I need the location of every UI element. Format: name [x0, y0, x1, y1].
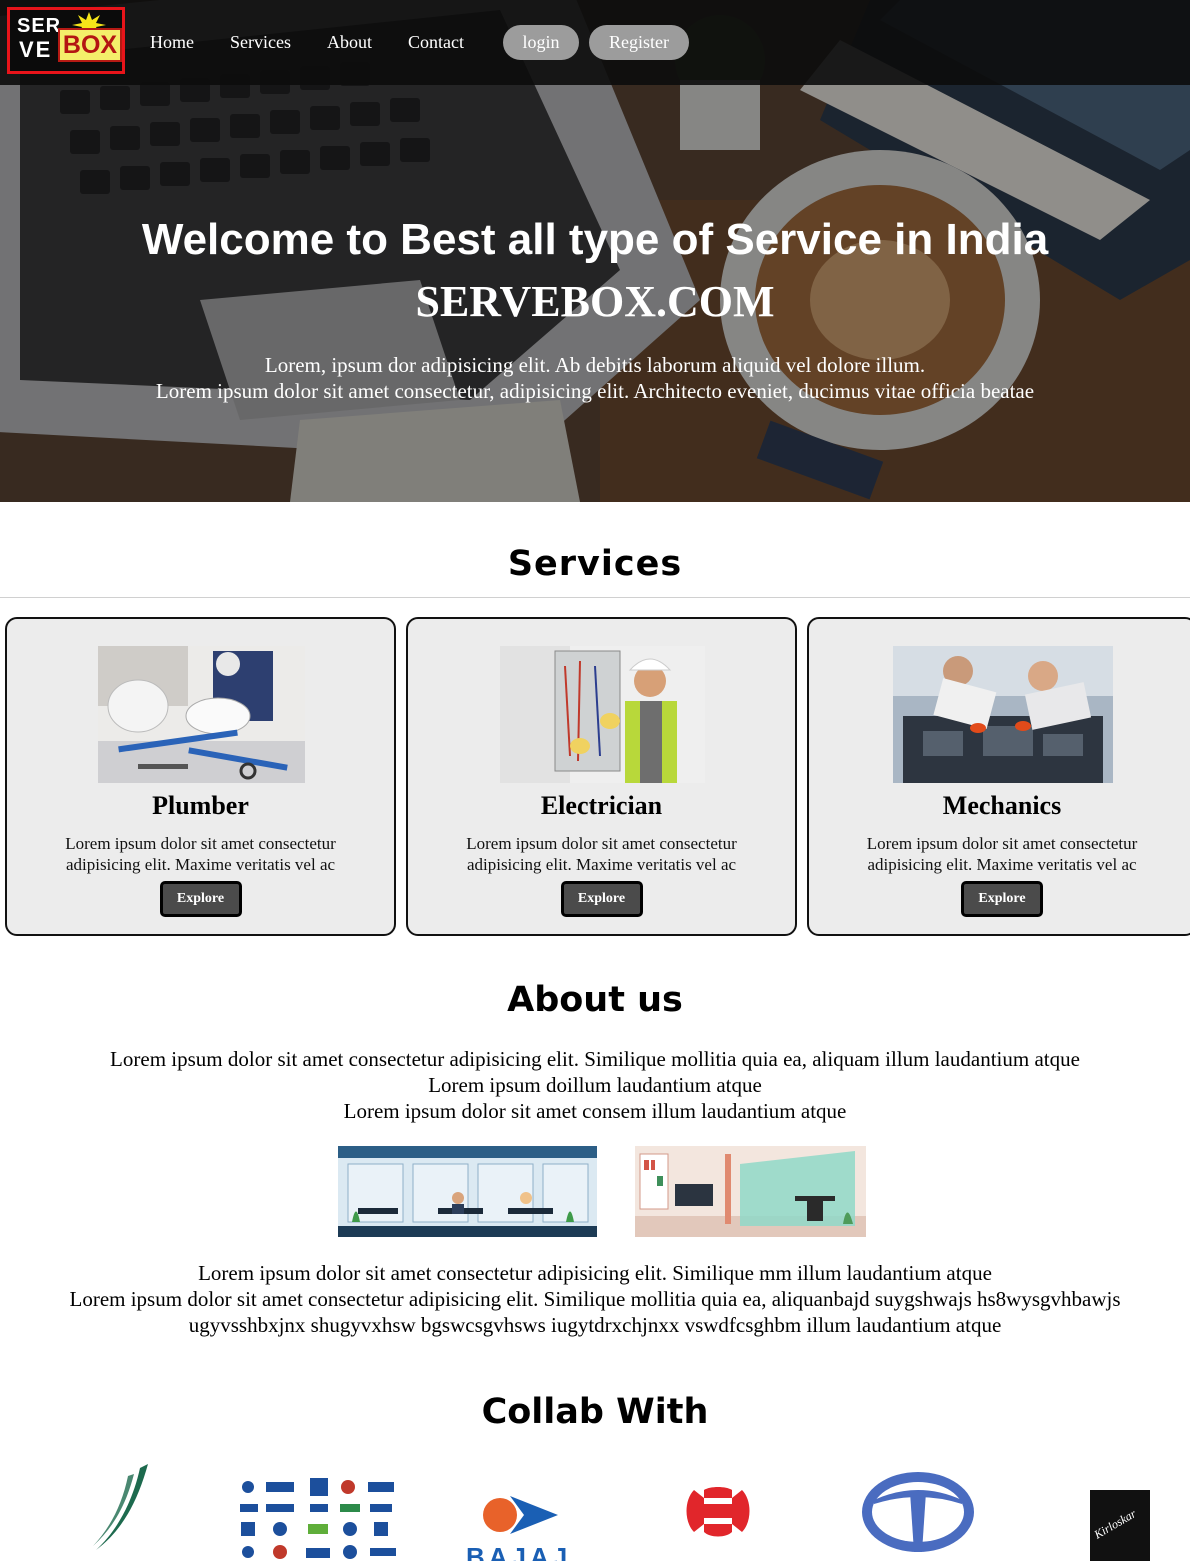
- services-heading: Services: [507, 544, 683, 584]
- about-paragraph-2: Lorem ipsum dolor sit amet consectetur a…: [0, 1260, 1190, 1338]
- about-line: Lorem ipsum dolor sit amet consectetur a…: [198, 1261, 992, 1285]
- about-line: Lorem ipsum dolor sit amet consectetur a…: [110, 1047, 1080, 1071]
- partner-logo-grid[interactable]: [238, 1460, 400, 1561]
- about-paragraph-1: Lorem ipsum dolor sit amet consectetur a…: [0, 1046, 1190, 1124]
- service-name: Electrician: [540, 791, 663, 820]
- bajaj-wordmark: BAJAJ: [466, 1542, 572, 1561]
- green-swoosh-logo[interactable]: [38, 1460, 198, 1561]
- about-line: ugyvsshbxjnx shugyvxhsw bgswcsgvhsws iug…: [188, 1313, 1002, 1337]
- collab-heading: Collab With: [481, 1392, 709, 1432]
- hero-description: Lorem, ipsum dor adipisicing elit. Ab de…: [0, 352, 1190, 404]
- kirloskar-logo[interactable]: Kirloskar: [1090, 1460, 1150, 1561]
- nav-contact[interactable]: Contact: [408, 30, 464, 54]
- servebox-logo[interactable]: SER VE BOX: [7, 7, 125, 74]
- hero-brand-name: SERVEBOX.COM: [415, 277, 775, 326]
- tata-logo[interactable]: [858, 1460, 978, 1561]
- mechanics-photo: [893, 646, 1113, 783]
- service-description: Lorem ipsum dolor sit amet consectetur a…: [466, 834, 737, 874]
- login-button[interactable]: login: [503, 25, 579, 60]
- explore-button-mechanics[interactable]: Explore: [961, 881, 1043, 917]
- nav-home[interactable]: Home: [150, 30, 194, 54]
- nav-about[interactable]: About: [327, 30, 372, 54]
- about-line: Lorem ipsum dolor sit amet consem illum …: [343, 1099, 847, 1123]
- service-card-plumber: Plumber Lorem ipsum dolor sit amet conse…: [5, 617, 396, 936]
- logo-box: BOX: [58, 28, 122, 62]
- hero-line-1: Lorem, ipsum dor adipisicing elit. Ab de…: [264, 353, 926, 377]
- service-card-mechanics: Mechanics Lorem ipsum dolor sit amet con…: [807, 617, 1190, 936]
- divider: [0, 597, 1190, 598]
- hero-line-2: Lorem ipsum dolor sit amet consectetur, …: [155, 379, 1035, 403]
- office-illustration-image: [338, 1146, 597, 1237]
- bajaj-logo[interactable]: BAJAJ: [462, 1460, 576, 1561]
- logo-text-top: SER: [17, 15, 62, 37]
- hero-banner: SER VE BOX Home Services About Contact l…: [0, 0, 1190, 502]
- electrician-photo: [500, 646, 705, 783]
- service-description: Lorem ipsum dolor sit amet consectetur a…: [866, 834, 1138, 874]
- workspace-illustration-image: [635, 1146, 866, 1237]
- about-line: Lorem ipsum dolor sit amet consectetur a…: [69, 1287, 1121, 1311]
- navbar: SER VE BOX Home Services About Contact l…: [0, 0, 1190, 85]
- service-card-electrician: Electrician Lorem ipsum dolor sit amet c…: [406, 617, 797, 936]
- about-line: Lorem ipsum doillum laudantium atque: [428, 1073, 762, 1097]
- explore-button-plumber[interactable]: Explore: [159, 881, 242, 917]
- plumber-photo: [98, 646, 305, 783]
- service-name: Mechanics: [942, 791, 1062, 820]
- service-name: Plumber: [152, 791, 249, 820]
- service-description: Lorem ipsum dolor sit amet consectetur a…: [65, 834, 336, 874]
- explore-button-electrician[interactable]: Explore: [560, 881, 643, 917]
- nav-services[interactable]: Services: [230, 30, 291, 54]
- hero-title: Welcome to Best all type of Service in I…: [141, 215, 1049, 264]
- red-h-logo[interactable]: [680, 1460, 756, 1561]
- register-button[interactable]: Register: [589, 25, 689, 60]
- nav-links: Home Services About Contact: [150, 30, 500, 54]
- logo-text-bottom: VE: [19, 37, 53, 62]
- about-heading: About us: [507, 980, 683, 1020]
